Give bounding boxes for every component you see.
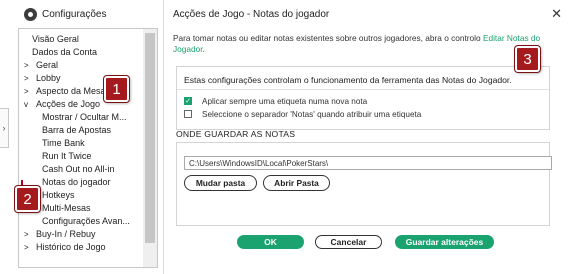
tree-item-label: Histórico de Jogo [36,242,106,252]
tree-item[interactable]: Cash Out no All-in [42,163,115,176]
always-tag-checkbox[interactable]: ✓ [184,97,192,105]
left-window-header: Configurações [0,0,163,28]
tree-item-label: Dados da Conta [32,47,98,57]
chevron-right-icon[interactable]: > [24,228,36,241]
checkbox-row-notes-tab[interactable]: Seleccione o separador 'Notas' quando at… [184,108,421,120]
dialog-title: Acções de Jogo - Notas do jogador [173,8,330,20]
tree-scrollbar[interactable] [143,29,157,267]
tree-item-label: Time Bank [42,138,85,148]
tree-item-label: Hotkeys [42,190,75,200]
right-window-header: Acções de Jogo - Notas do jogador ✕ [163,0,574,28]
ok-button[interactable]: OK [237,235,304,249]
tree-item-label: Cash Out no All-in [42,164,115,174]
tree-item-label: Buy-In / Rebuy [36,229,96,239]
divider [177,89,549,90]
tree-item[interactable]: > Lobby [24,72,61,85]
chevron-right-icon: › [2,123,6,133]
tree-item[interactable]: Notas do jogador [42,176,111,189]
chevron-right-icon[interactable]: > [24,72,36,85]
tree-item-label: Notas do jogador [42,177,111,187]
tree-item[interactable]: Run It Twice [42,150,91,163]
tree-item[interactable]: Hotkeys [42,189,75,202]
callout-badge-1: 1 [104,76,129,102]
tree-item[interactable]: Mostrar / Ocultar M... [42,111,127,124]
intro-text-end: . [202,44,205,54]
chevron-down-icon[interactable]: v [24,98,36,111]
tree-item-label: Configurações Avan... [42,216,130,226]
tree-item[interactable]: v Acções de Jogo [24,98,100,111]
cancel-button[interactable]: Cancelar [315,235,382,249]
notes-folder-path-input[interactable] [184,156,552,170]
callout-badge-2: 2 [15,186,40,212]
chevron-right-icon[interactable]: > [24,59,36,72]
chevron-right-icon[interactable]: > [24,85,36,98]
notes-settings-panel: Para tomar notas ou editar notas existen… [163,28,574,274]
always-tag-label: Aplicar sempre uma etiqueta numa nova no… [202,96,368,106]
tree-item[interactable]: Multi-Mesas [42,202,91,215]
settings-box: Estas configurações controlam o funciona… [176,66,550,130]
close-icon[interactable]: ✕ [551,6,562,22]
chevron-right-icon[interactable]: > [24,241,36,254]
settings-tree: Visão Geral Dados da Conta > Geral > Lobby > As… [18,28,158,268]
open-folder-button[interactable]: Abrir Pasta [263,175,330,191]
tree-item-label: Lobby [36,73,61,83]
change-folder-button[interactable]: Mudar pasta [184,175,257,191]
tree-item[interactable]: Configurações Avan... [42,215,130,228]
select-notes-tab-checkbox[interactable] [184,110,192,118]
tree-item[interactable]: > Histórico de Jogo [24,241,106,254]
tree-item[interactable]: Visão Geral [32,33,79,46]
settings-description: Estas configurações controlam o funciona… [184,75,512,85]
left-window-title: Configurações [42,8,107,20]
tree-item-label: Geral [36,60,59,70]
tree-item[interactable]: Barra de Apostas [42,124,111,137]
gear-icon [24,7,37,21]
tree-item[interactable]: > Geral [24,59,58,72]
tree-item[interactable]: > Aspecto da Mesa [24,85,106,98]
select-notes-tab-label: Seleccione o separador 'Notas' quando at… [202,109,422,119]
checkbox-row-always-tag[interactable]: ✓ Aplicar sempre uma etiqueta numa nova … [184,95,367,107]
tree-item-label: Barra de Apostas [42,125,112,135]
tree-item[interactable]: Dados da Conta [32,46,97,59]
tree-scrollbar-thumb[interactable] [145,33,155,243]
expand-panel-handle[interactable]: › [0,108,9,148]
tree-item-label: Aspecto da Mesa [36,86,106,96]
tree-item-label: Mostrar / Ocultar M... [42,112,127,122]
save-location-title: ONDE GUARDAR AS NOTAS [176,129,296,139]
tree-item[interactable]: Time Bank [42,137,85,150]
tree-item-label: Visão Geral [32,34,79,44]
tree-item[interactable]: > Buy-In / Rebuy [24,228,96,241]
intro-text-body: Para tomar notas ou editar notas existen… [173,33,483,43]
tree-item-label: Run It Twice [42,151,92,161]
tree-item-label: Multi-Mesas [42,203,91,213]
tree-item-label: Acções de Jogo [36,99,101,109]
callout-badge-3: 3 [515,46,540,72]
intro-text: Para tomar notas ou editar notas existen… [173,33,553,55]
save-location-box: Mudar pasta Abrir Pasta [176,142,552,226]
save-changes-button[interactable]: Guardar alterações [395,235,494,249]
